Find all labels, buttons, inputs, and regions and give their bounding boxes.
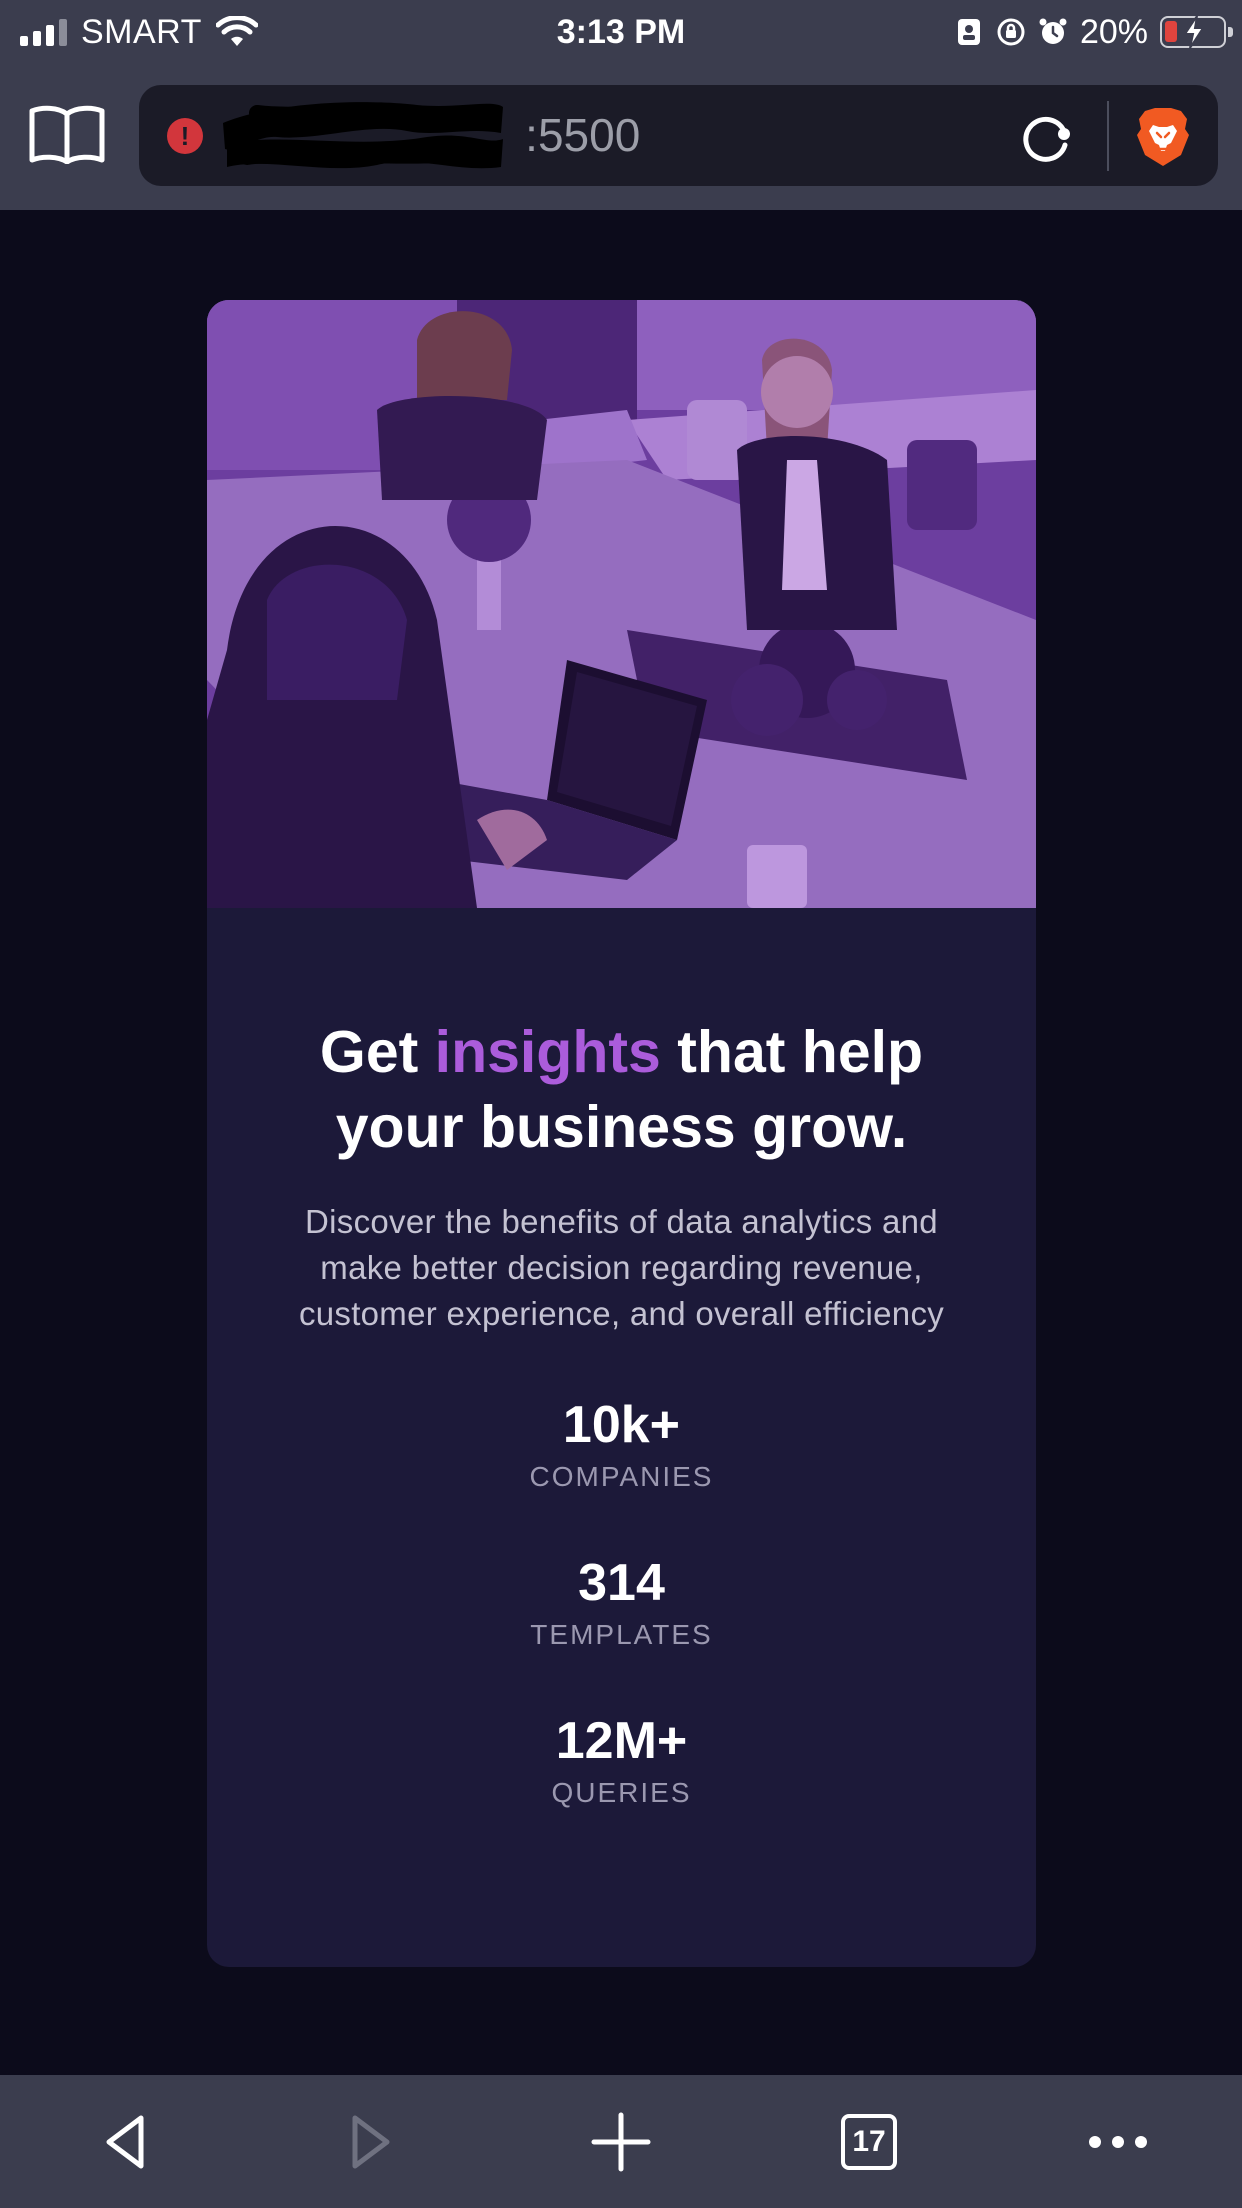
headline-start: Get (319, 1019, 435, 1085)
stats-list: 10k+ COMPANIES 314 TEMPLATES 12M+ QUERIE… (207, 1395, 1036, 1811)
forward-arrow-icon (352, 2115, 390, 2169)
tabs-button[interactable]: 17 (834, 2107, 904, 2177)
back-button[interactable] (90, 2107, 160, 2177)
stat-label: QUERIES (551, 1777, 692, 1808)
redaction-scribble (223, 102, 503, 169)
more-menu-button[interactable] (1083, 2107, 1153, 2177)
stat-label: TEMPLATES (530, 1619, 713, 1650)
card-content: Get insights that help your business gro… (207, 908, 1036, 1869)
contact-card-icon (957, 19, 980, 45)
stat-value: 12M+ (555, 1712, 688, 1770)
plus-icon (591, 2112, 651, 2172)
stat-companies: 10k+ COMPANIES (207, 1395, 1036, 1495)
address-bar-divider (1107, 101, 1109, 171)
reload-icon[interactable] (1019, 111, 1073, 165)
status-bar: SMART 3:13 PM 20% (0, 0, 1242, 64)
stat-templates: 314 TEMPLATES (207, 1553, 1036, 1653)
brave-shields-icon[interactable] (1135, 107, 1191, 167)
alarm-icon (1039, 18, 1067, 44)
new-tab-button[interactable] (586, 2107, 656, 2177)
stat-label: COMPANIES (529, 1461, 714, 1492)
battery-percent: 20% (1079, 12, 1148, 51)
browser-bottom-toolbar: 17 (0, 2075, 1242, 2208)
headline: Get insights that help your business gro… (207, 1015, 1036, 1165)
tab-count: 17 (841, 2114, 897, 2170)
hero-color-overlay (207, 300, 1036, 908)
insecure-warning-icon[interactable]: ! (167, 118, 203, 154)
address-bar[interactable]: ! 192.168.1.100:5500 (139, 85, 1218, 186)
headline-accent: insights (434, 1019, 661, 1085)
hero-image (207, 300, 1036, 908)
description: Discover the benefits of data analytics … (298, 1203, 945, 1332)
browser-top-bar: ! 192.168.1.100:5500 (0, 64, 1242, 210)
stats-preview-card: Get insights that help your business gro… (207, 300, 1036, 1967)
forward-button[interactable] (336, 2107, 406, 2177)
stat-value: 314 (578, 1554, 665, 1612)
orientation-lock-icon (997, 18, 1025, 46)
status-right: 20% (954, 10, 1233, 54)
bookmarks-icon[interactable] (28, 104, 106, 164)
stat-queries: 12M+ QUERIES (207, 1711, 1036, 1811)
back-arrow-icon (106, 2115, 144, 2169)
more-dots-icon (1089, 2136, 1147, 2148)
battery-icon (1160, 15, 1233, 49)
stat-value: 10k+ (562, 1396, 681, 1454)
